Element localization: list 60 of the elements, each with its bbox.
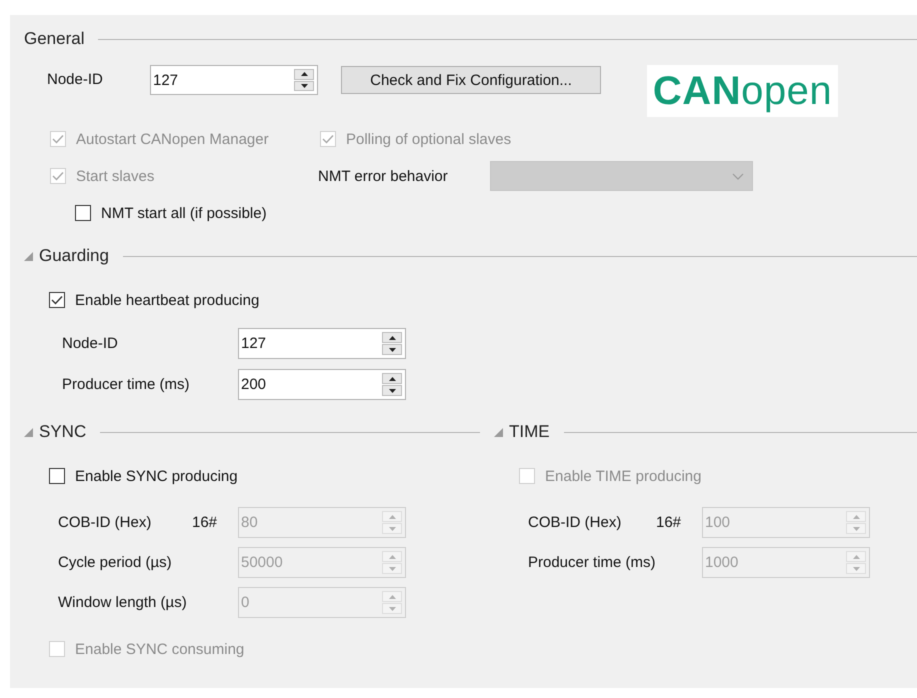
checkbox-label: Enable TIME producing — [545, 468, 702, 484]
down-arrow-icon — [852, 566, 860, 570]
spin-box[interactable]: 127 — [238, 328, 406, 359]
checkbox-label: Enable SYNC producing — [75, 468, 238, 484]
checkbox-label: Start slaves — [76, 168, 154, 184]
field-label: Cycle period (µs) — [58, 554, 173, 571]
value-input[interactable]: 200 — [239, 370, 382, 399]
down-arrow-icon — [388, 526, 396, 530]
checkbox[interactable] — [49, 292, 65, 308]
hex-prefix: 16# — [656, 514, 682, 531]
chevron-down-icon — [732, 172, 744, 180]
up-arrow-icon — [388, 554, 396, 558]
increment-button[interactable] — [294, 69, 314, 80]
down-arrow-icon — [388, 566, 396, 570]
field-label: Window length (µs) — [58, 594, 188, 611]
up-arrow-icon — [388, 594, 396, 598]
decrement-button[interactable] — [382, 344, 402, 355]
checkbox-label: Polling of optional slaves — [346, 130, 512, 148]
logo: CANopen — [647, 65, 838, 117]
up-arrow-icon — [388, 514, 396, 518]
field-label: Producer time (ms) — [528, 554, 657, 571]
field-label: Node-ID — [62, 335, 119, 352]
value-input[interactable]: 127 — [151, 66, 294, 94]
decrement-button[interactable] — [294, 80, 314, 91]
checkbox-label: NMT start all (if possible) — [101, 204, 267, 222]
section-title: General — [24, 29, 84, 49]
field-label: COB-ID (Hex) — [528, 514, 622, 531]
up-arrow-icon — [852, 554, 860, 558]
section-title: Guarding — [39, 246, 109, 266]
down-arrow-icon — [388, 348, 396, 352]
increment-button[interactable] — [382, 332, 402, 343]
checkbox-label: Enable SYNC consuming — [75, 640, 244, 658]
down-arrow-icon — [388, 606, 396, 610]
expand-triangle-icon[interactable] — [24, 428, 33, 436]
increment-button[interactable] — [382, 373, 402, 384]
field-label: NMT error behavior — [318, 168, 449, 184]
up-arrow-icon — [388, 376, 396, 380]
up-arrow-icon — [852, 514, 860, 518]
checkbox-label: Autostart CANopen Manager — [76, 130, 269, 148]
check-fix-button[interactable]: Check and Fix Configuration... — [341, 66, 601, 94]
field-label: Node-ID — [47, 70, 104, 90]
checkbox[interactable] — [49, 468, 65, 484]
field-label: Producer time (ms) — [62, 376, 191, 393]
down-arrow-icon — [300, 84, 308, 88]
spin-box[interactable]: 127 — [150, 65, 318, 95]
down-arrow-icon — [852, 526, 860, 530]
checkbox[interactable] — [75, 205, 91, 221]
hex-prefix: 16# — [192, 514, 218, 531]
value-input[interactable]: 127 — [239, 329, 382, 358]
section-title: SYNC — [39, 422, 86, 442]
up-arrow-icon — [388, 336, 396, 340]
down-arrow-icon — [388, 388, 396, 392]
decrement-button[interactable] — [382, 385, 402, 396]
spin-box[interactable]: 200 — [238, 369, 406, 400]
up-arrow-icon — [300, 72, 308, 76]
expand-triangle-icon[interactable] — [494, 428, 503, 436]
field-label: COB-ID (Hex) — [58, 514, 152, 531]
checkbox-label: Enable heartbeat producing — [75, 292, 260, 308]
section-title: TIME — [509, 422, 550, 442]
expand-triangle-icon[interactable] — [24, 252, 33, 260]
